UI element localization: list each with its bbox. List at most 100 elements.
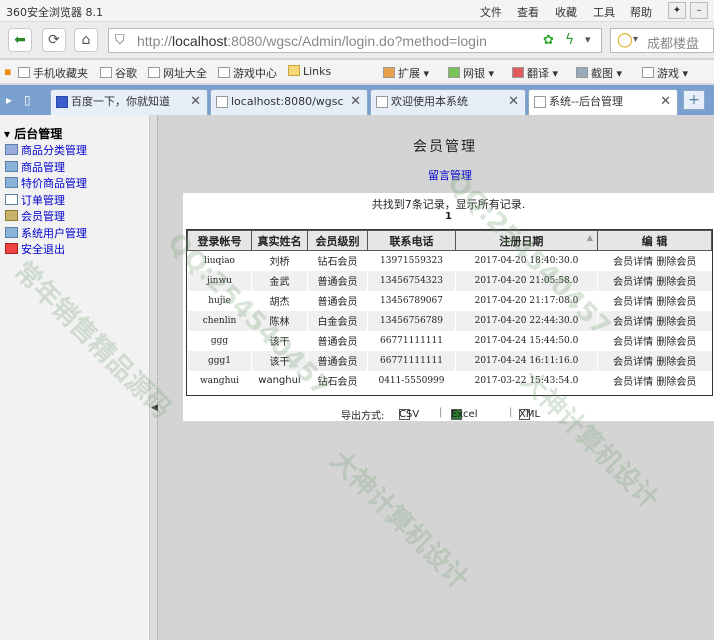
cell-account: hujie (187, 290, 252, 311)
tab-welcome[interactable]: 欢迎使用本系统 ✕ (370, 89, 526, 115)
cell-name: 该干 (251, 350, 308, 371)
export-label: 导出方式: (341, 411, 385, 422)
lightning-icon[interactable]: ϟ (565, 32, 574, 48)
delete-member-link[interactable]: 删除会员 (656, 297, 696, 308)
menu-view[interactable]: 查看 (517, 4, 539, 20)
sidebar-item-logout[interactable]: 安全退出 (5, 241, 65, 257)
column-header-phone[interactable]: 联系电话 (367, 230, 456, 251)
cell-actions: 会员详情 删除会员 (597, 250, 712, 271)
delete-member-link[interactable]: 删除会员 (656, 317, 696, 328)
delete-member-link[interactable]: 删除会员 (656, 277, 696, 288)
cell-level: 普通会员 (307, 330, 368, 351)
column-header-name[interactable]: 真实姓名 (251, 230, 308, 251)
page-content: ▾ 后台管理 商品分类管理 商品管理 特价商品管理 订单管理 会员管理 系统用户… (0, 115, 714, 640)
delete-member-link[interactable]: 删除会员 (656, 377, 696, 388)
member-detail-link[interactable]: 会员详情 (613, 277, 653, 288)
sidebar-item-orders[interactable]: 订单管理 (5, 192, 65, 208)
menu-favorites[interactable]: 收藏 (555, 4, 577, 20)
browser-title: 360安全浏览器 8.1 (6, 6, 103, 19)
sidebar-splitter[interactable]: ◀ (150, 115, 158, 640)
table-row: wanghui wanghui 钻石会员 0411-5550999 2017-03-22… (187, 370, 712, 391)
tab-list-icon[interactable]: ▯ (24, 93, 31, 107)
cell-actions: 会员详情 删除会员 (597, 290, 712, 311)
toolbar-games[interactable]: 游戏 ▾ (642, 65, 688, 81)
member-detail-link[interactable]: 会员详情 (613, 297, 653, 308)
pin-icon[interactable]: ✦ (668, 2, 686, 19)
close-icon[interactable]: ✕ (190, 90, 201, 114)
cell-date: 2017-04-24 15:44:50.0 (455, 330, 598, 351)
delete-member-link[interactable]: 删除会员 (656, 357, 696, 368)
cell-name: 该干 (251, 330, 308, 351)
tab-baidu[interactable]: 百度一下，你就知道 ✕ (50, 89, 208, 115)
sort-icon[interactable]: ▲ (587, 233, 593, 242)
bookmark-games[interactable]: 游戏中心 (218, 65, 277, 81)
sidebar-item-system-users[interactable]: 系统用户管理 (5, 225, 87, 241)
table-row: ggg1 该干 普通会员 66771111111 2017-04-24 16:11:16… (187, 350, 712, 371)
bookmark-links[interactable]: Links (288, 65, 331, 78)
toolbar-bank[interactable]: 网银 ▾ (448, 65, 494, 81)
bank-icon (448, 67, 460, 78)
cell-phone: 66771111111 (367, 350, 456, 371)
cell-name: wanghui (251, 370, 308, 391)
cell-account: jinwu (187, 270, 252, 291)
page-icon (100, 67, 112, 78)
new-tab-button[interactable]: + (683, 90, 705, 110)
game-icon (642, 67, 654, 78)
message-management-link[interactable]: 留言管理 (428, 167, 472, 183)
accelerator-icon[interactable]: ✿ (543, 33, 554, 48)
tab-localhost[interactable]: localhost:8080/wgsc ✕ (210, 89, 368, 115)
member-detail-link[interactable]: 会员详情 (613, 357, 653, 368)
url-text[interactable]: http://localhost:8080/wgsc/Admin/login.d… (137, 33, 487, 49)
back-arrow-icon[interactable]: ⬅ (8, 28, 32, 52)
bookmark-star-icon[interactable]: ▪ (4, 65, 11, 78)
chevron-down-icon[interactable]: ▾ (633, 34, 638, 45)
sidebar-item-specials[interactable]: 特价商品管理 (5, 175, 87, 191)
browser-title-bar: 360安全浏览器 8.1 文件 查看 收藏 工具 帮助 ✦ – (0, 0, 714, 22)
url-field[interactable]: ⛉ http://localhost:8080/wgsc/Admin/login… (108, 28, 602, 53)
tab-menu-icon[interactable]: ▸ (6, 93, 12, 107)
menu-file[interactable]: 文件 (480, 4, 502, 20)
delete-member-link[interactable]: 删除会员 (656, 257, 696, 268)
member-detail-link[interactable]: 会员详情 (613, 337, 653, 348)
minimize-icon[interactable]: – (690, 2, 708, 19)
column-header-level[interactable]: 会员级别 (307, 230, 368, 251)
column-header-account[interactable]: 登录帐号 (187, 230, 252, 251)
sidebar-item-category[interactable]: 商品分类管理 (5, 142, 87, 158)
toolbar-extensions[interactable]: 扩展 ▾ (383, 65, 429, 81)
page-title: 会员管理 (413, 139, 477, 155)
search-input[interactable]: ◯ ▾ 成都楼盘 (610, 28, 714, 53)
home-icon[interactable]: ⌂ (74, 28, 98, 52)
member-detail-link[interactable]: 会员详情 (613, 317, 653, 328)
menu-tools[interactable]: 工具 (593, 4, 615, 20)
collapse-arrow-icon[interactable]: ◀ (151, 403, 158, 413)
menu-help[interactable]: 帮助 (630, 4, 652, 20)
cell-date: 2017-04-24 16:11:16.0 (455, 350, 598, 371)
dropdown-icon[interactable]: ▾ (585, 33, 591, 46)
page-icon (216, 96, 228, 108)
cell-phone: 66771111111 (367, 330, 456, 351)
column-header-date[interactable]: 注册日期 ▲ (455, 230, 598, 251)
grid-icon (383, 67, 395, 78)
refresh-icon[interactable]: ⟳ (42, 28, 66, 52)
toolbar-screenshot[interactable]: 截图 ▾ (576, 65, 622, 81)
sidebar-item-products[interactable]: 商品管理 (5, 159, 65, 175)
close-icon[interactable]: ✕ (508, 90, 519, 114)
close-icon[interactable]: ✕ (350, 90, 361, 114)
cell-account: ggg1 (187, 350, 252, 371)
delete-member-link[interactable]: 删除会员 (656, 337, 696, 348)
toolbar-translate[interactable]: 翻译 ▾ (512, 65, 558, 81)
member-detail-link[interactable]: 会员详情 (613, 257, 653, 268)
tab-admin[interactable]: 系统--后台管理 ✕ (528, 89, 678, 115)
bookmark-mobile[interactable]: 手机收藏夹 (18, 65, 88, 81)
bookmark-google[interactable]: 谷歌 (100, 65, 137, 81)
page-number[interactable]: 1 (183, 211, 714, 222)
page-icon (376, 96, 388, 108)
page-icon (148, 67, 160, 78)
sidebar-item-members[interactable]: 会员管理 (5, 208, 65, 224)
member-detail-link[interactable]: 会员详情 (613, 377, 653, 388)
close-icon[interactable]: ✕ (660, 90, 671, 114)
cell-level: 钻石会员 (307, 250, 368, 271)
bookmark-sites[interactable]: 网址大全 (148, 65, 207, 81)
cell-name: 刘桥 (251, 250, 308, 271)
members-panel: 共找到7条记录，显示所有记录. 1 登录帐号 真实姓名 会员级别 联系电话 注册… (183, 193, 714, 421)
